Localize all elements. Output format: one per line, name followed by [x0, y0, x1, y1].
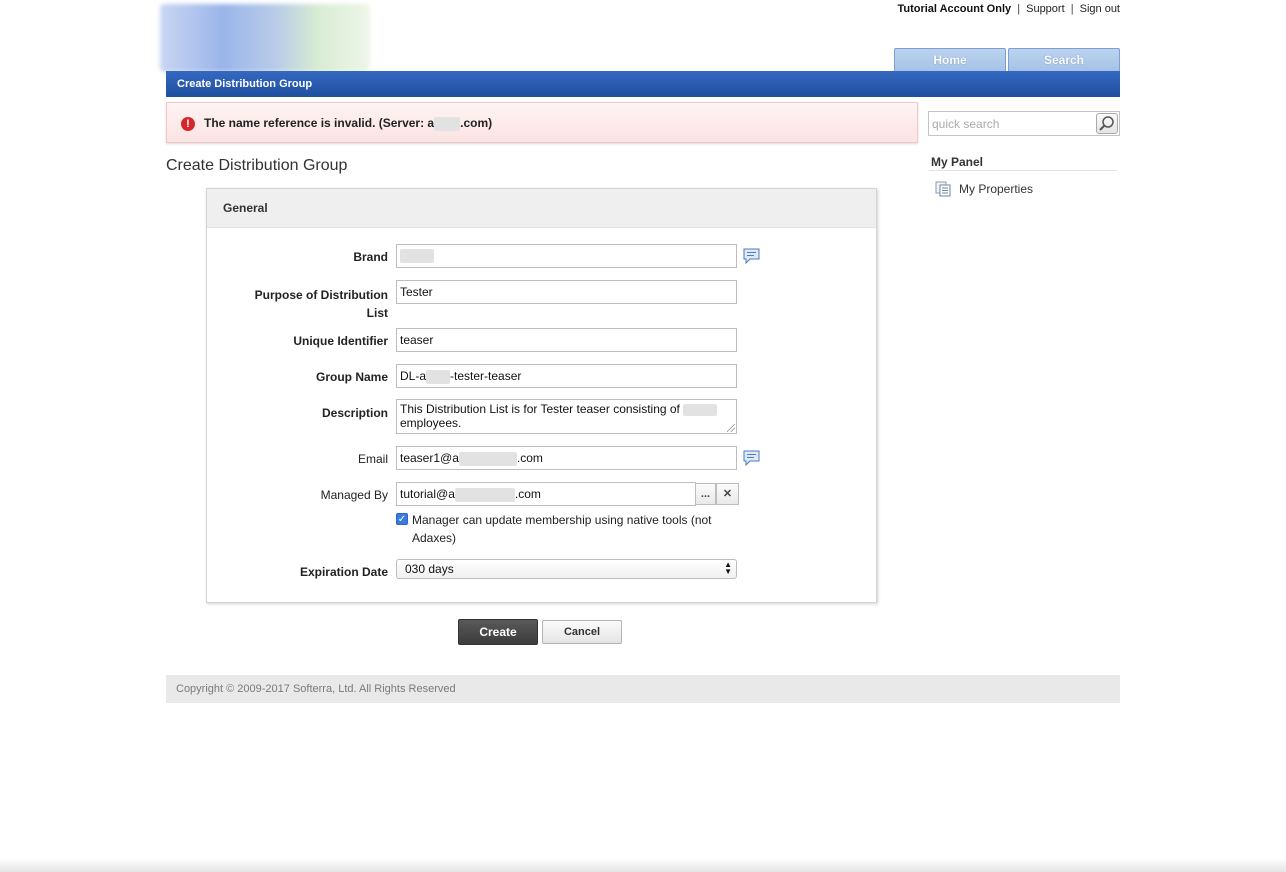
sign-out-link[interactable]: Sign out	[1080, 3, 1120, 15]
my-panel-title: My Panel	[931, 155, 984, 169]
properties-icon	[935, 181, 951, 197]
redacted-text	[426, 369, 451, 384]
quick-search-button[interactable]	[1096, 113, 1118, 134]
purpose-label-line1: Purpose of Distribution	[254, 288, 388, 302]
unique-identifier-label: Unique Identifier	[293, 334, 388, 348]
brand-input[interactable]	[396, 244, 737, 268]
group-name-label: Group Name	[315, 370, 388, 384]
redacted-text	[458, 451, 517, 466]
top-links: Tutorial Account Only | Support | Sign o…	[897, 3, 1120, 15]
quick-search-input[interactable]	[929, 112, 1094, 135]
separator: |	[1070, 3, 1074, 15]
manager-update-label: Manager can update membership using nati…	[412, 513, 712, 545]
speech-bubble-icon	[743, 248, 760, 265]
create-button[interactable]: Create	[458, 619, 538, 645]
my-properties-link[interactable]: My Properties	[935, 181, 1033, 197]
purpose-label-line2: List	[366, 306, 388, 320]
email-input[interactable]: teaser1@a .com	[396, 446, 737, 470]
expiration-date-select[interactable]: 030 days ▲ ▼	[396, 559, 737, 579]
comment-icon[interactable]	[743, 450, 760, 471]
email-label: Email	[357, 452, 388, 466]
browse-button[interactable]: ...	[695, 483, 716, 505]
page-title-bar: Create Distribution Group	[166, 71, 1120, 97]
select-arrows-icon: ▲ ▼	[724, 560, 732, 576]
expiration-date-label: Expiration Date	[299, 565, 388, 579]
managed-by-prefix: tutorial@a	[400, 487, 455, 501]
separator: |	[1017, 3, 1021, 15]
unique-identifier-input[interactable]: teaser	[396, 328, 737, 352]
section-header-general: General	[207, 189, 876, 228]
description-textarea[interactable]: This Distribution List is for Tester tea…	[396, 399, 737, 434]
magnifier-icon	[1099, 116, 1114, 131]
redacted-text	[434, 116, 461, 131]
managed-by-suffix: .com	[514, 487, 541, 501]
group-name-suffix: -tester-teaser	[450, 369, 522, 383]
comment-icon[interactable]	[743, 248, 760, 269]
support-link[interactable]: Support	[1026, 3, 1065, 15]
company-logo	[160, 4, 370, 72]
divider	[929, 170, 1117, 171]
error-message-prefix: The name reference is invalid. (Server: …	[204, 116, 435, 130]
redacted-text	[400, 248, 434, 263]
resize-handle[interactable]	[727, 424, 735, 432]
email-suffix: .com	[516, 451, 543, 465]
group-name-input[interactable]: DL-a -tester-teaser	[396, 364, 737, 388]
error-message-suffix: .com)	[460, 116, 493, 130]
clear-button[interactable]: ✕	[716, 483, 739, 505]
email-prefix: teaser1@a	[400, 451, 459, 465]
error-icon: !	[181, 117, 195, 131]
redacted-text	[454, 487, 515, 502]
error-banner: ! The name reference is invalid. (Server…	[166, 102, 918, 143]
cancel-button[interactable]: Cancel	[542, 620, 622, 644]
speech-bubble-icon	[743, 450, 760, 467]
account-label: Tutorial Account Only	[897, 3, 1012, 15]
managed-by-label: Managed By	[320, 488, 388, 502]
group-name-prefix: DL-a	[400, 369, 427, 383]
description-label: Description	[321, 406, 388, 420]
redacted-text	[683, 403, 718, 416]
page-heading: Create Distribution Group	[166, 157, 348, 174]
footer-copyright: Copyright © 2009-2017 Softerra, Ltd. All…	[166, 675, 1120, 703]
my-properties-label: My Properties	[959, 182, 1034, 196]
window-bottom-edge	[0, 858, 1286, 872]
purpose-input[interactable]: Tester	[396, 280, 737, 304]
managed-by-input[interactable]: tutorial@a .com	[396, 482, 696, 506]
brand-label: Brand	[353, 250, 388, 264]
expiration-date-value: 030 days	[405, 562, 454, 576]
tab-search[interactable]: Search	[1008, 48, 1120, 71]
description-line1: This Distribution List is for Tester tea…	[400, 402, 680, 416]
tab-home[interactable]: Home	[894, 48, 1006, 71]
manager-update-checkbox[interactable]: ✓	[396, 513, 408, 525]
purpose-label: Purpose of Distribution List	[218, 286, 388, 322]
error-message: The name reference is invalid. (Server: …	[204, 116, 492, 131]
quick-search	[928, 111, 1120, 136]
description-line2: employees.	[400, 416, 462, 430]
